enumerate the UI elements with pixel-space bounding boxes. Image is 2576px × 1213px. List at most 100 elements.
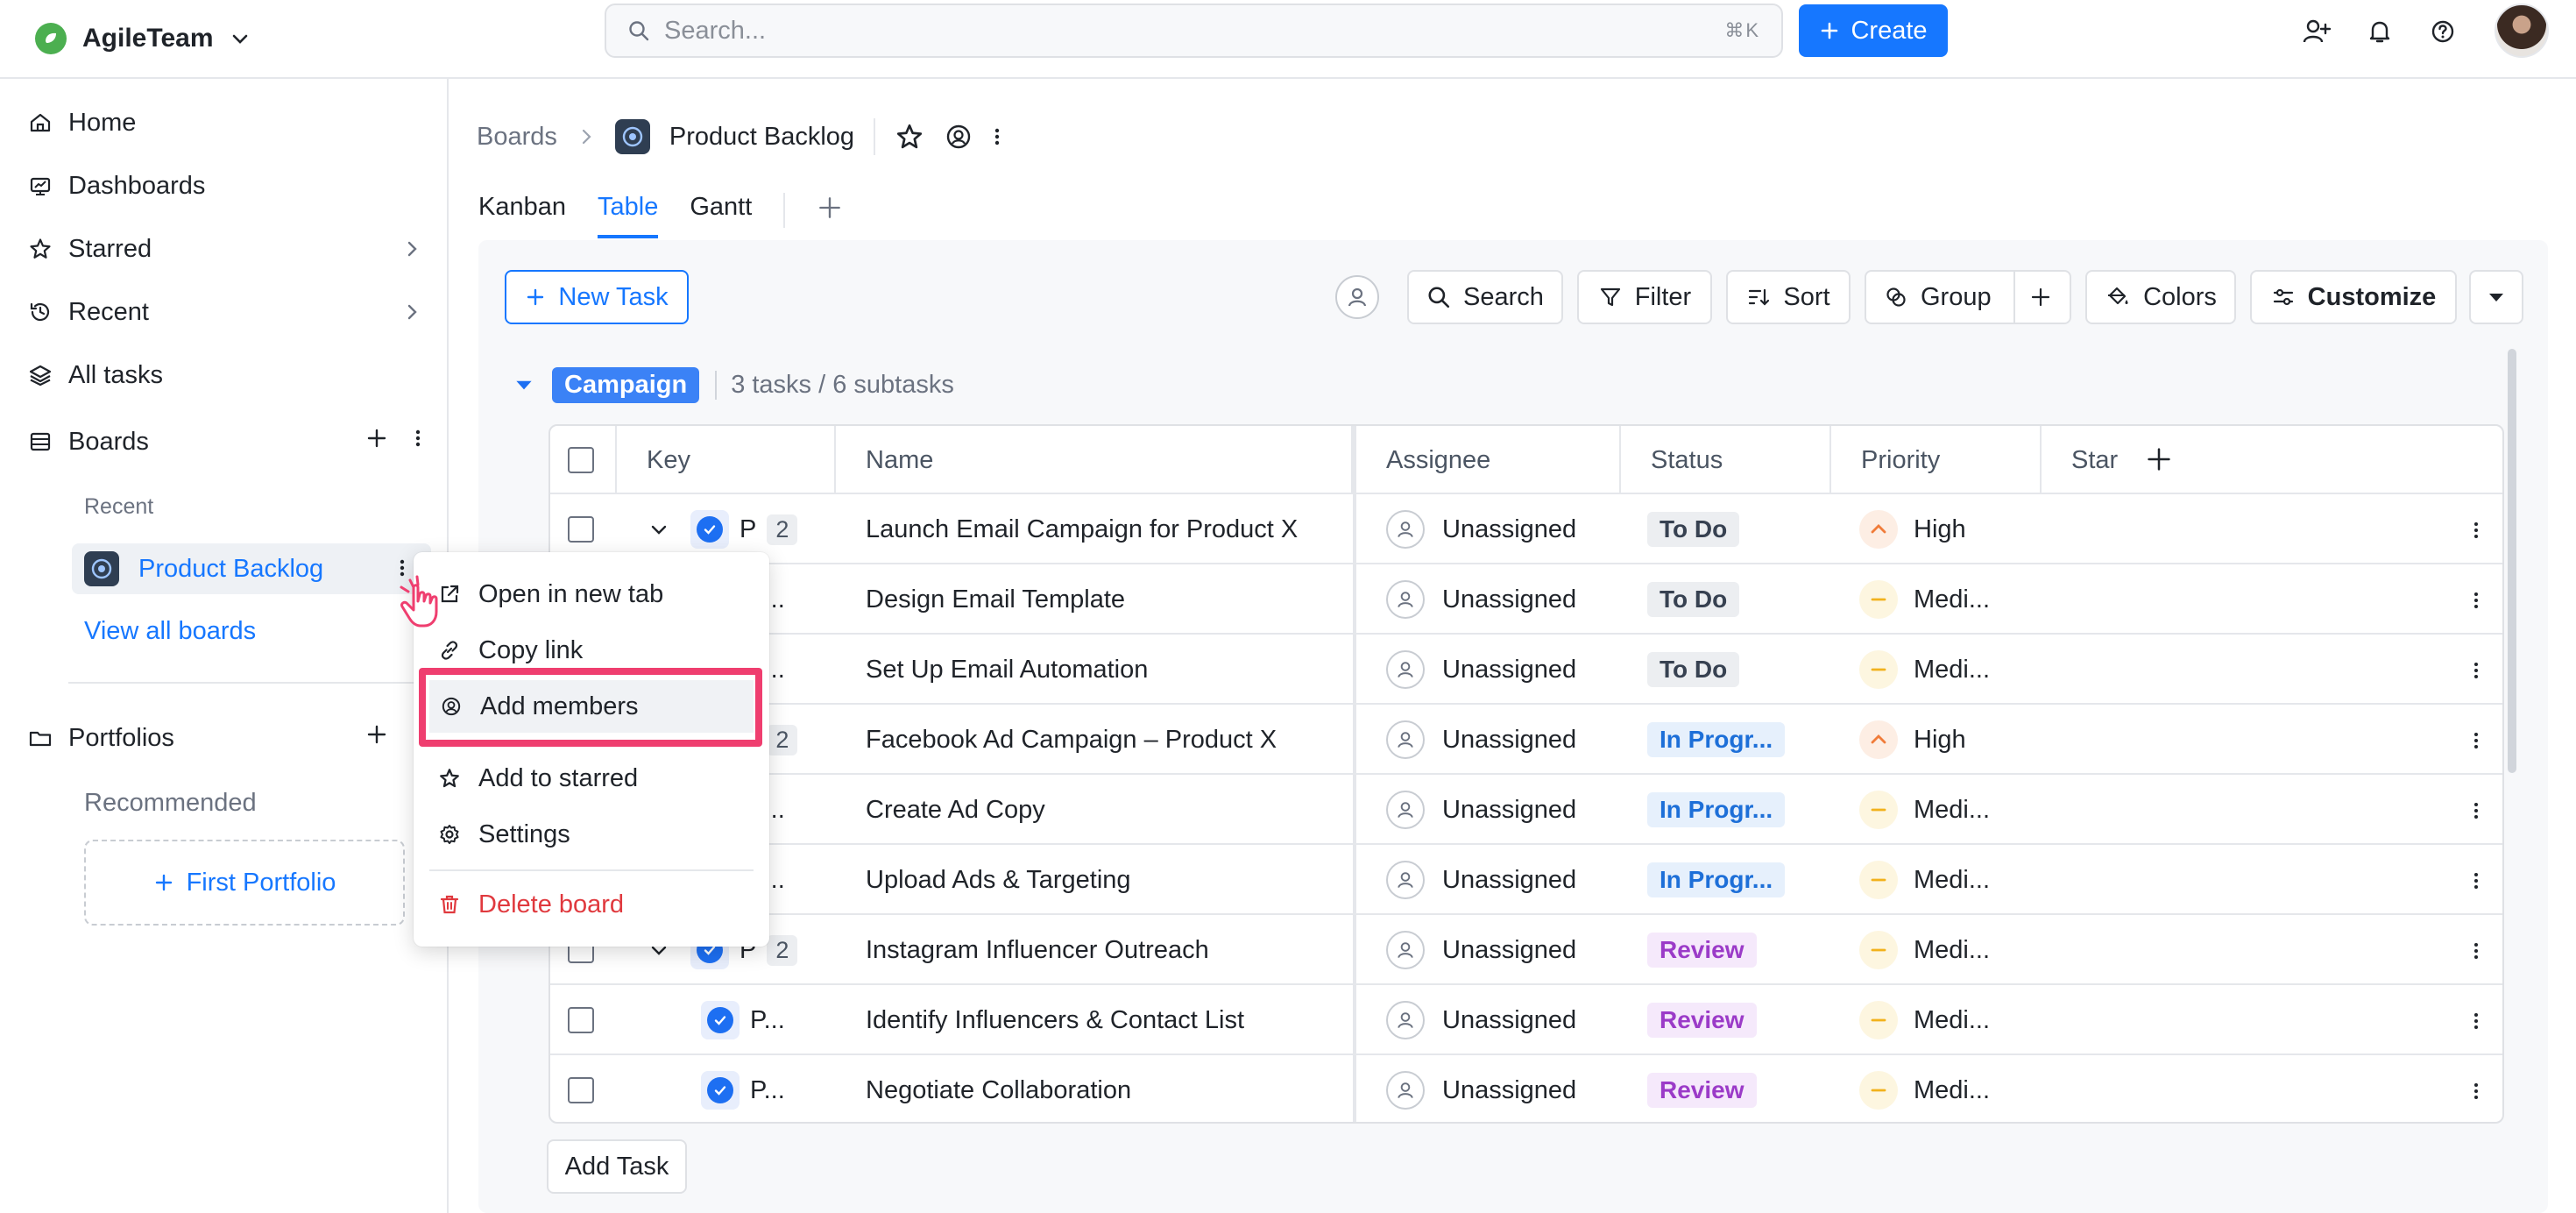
menu-item-add-to-starred[interactable]: Add to starred (414, 752, 769, 805)
status-cell[interactable]: Review (1647, 915, 1757, 985)
breadcrumb-root[interactable]: Boards (477, 123, 557, 152)
table-row[interactable]: P...Set Up Email AutomationUnassignedTo … (550, 635, 2502, 705)
add-group-plus-icon[interactable] (2029, 286, 2052, 309)
help-icon[interactable] (2424, 12, 2462, 51)
sidebar-section-portfolios[interactable]: Portfolios (28, 713, 422, 763)
assignee-cell[interactable]: Unassigned (1386, 845, 1576, 915)
invite-user-icon[interactable] (2297, 12, 2336, 51)
sort-button[interactable]: Sort (1726, 270, 1851, 324)
select-all-checkbox[interactable] (568, 447, 594, 473)
status-cell[interactable]: To Do (1647, 494, 1740, 564)
task-name[interactable]: Facebook Ad Campaign – Product X (866, 705, 1277, 775)
menu-item-settings[interactable]: Settings (414, 808, 769, 861)
row-key-cell[interactable]: P... (701, 1055, 785, 1122)
sidebar-item-home[interactable]: Home (28, 98, 422, 147)
priority-cell[interactable]: High (1859, 705, 1966, 775)
assignee-cell[interactable]: Unassigned (1386, 985, 1576, 1055)
priority-cell[interactable]: Medi... (1859, 845, 1990, 915)
row-key-cell[interactable]: P... (701, 985, 785, 1055)
assignee-cell[interactable]: Unassigned (1386, 1055, 1576, 1122)
column-header-status[interactable]: Status (1621, 426, 1831, 494)
collapse-caret-icon[interactable] (512, 372, 536, 397)
row-more-icon[interactable] (2473, 519, 2480, 542)
table-row[interactable]: P... Negotiate Collaboration Unassigned Rev… (550, 1055, 2502, 1122)
user-avatar[interactable] (2495, 4, 2549, 58)
table-row[interactable]: P...Design Email TemplateUnassignedTo Do… (550, 564, 2502, 635)
task-name[interactable]: Identify Influencers & Contact List (866, 985, 1244, 1055)
sidebar-item-all-tasks[interactable]: All tasks (28, 351, 422, 400)
workspace-switcher[interactable]: AgileTeam (35, 12, 251, 65)
menu-item-add-members[interactable]: Add members (429, 680, 754, 733)
task-name[interactable]: Set Up Email Automation (866, 635, 1148, 705)
colors-button[interactable]: Colors (2085, 270, 2236, 324)
row-more-icon[interactable] (2473, 1080, 2480, 1103)
priority-cell[interactable]: Medi... (1859, 635, 1990, 705)
status-cell[interactable]: To Do (1647, 635, 1740, 705)
task-name[interactable]: Instagram Influencer Outreach (866, 915, 1209, 985)
table-row[interactable]: P 2 Launch Email Campaign for Product X Una… (550, 494, 2502, 564)
group-tag[interactable]: Campaign (552, 366, 700, 403)
sidebar-item-dashboards[interactable]: Dashboards (28, 161, 422, 210)
sidebar-section-boards[interactable]: Boards (28, 417, 422, 466)
assignee-cell[interactable]: Unassigned (1386, 915, 1576, 985)
assignee-cell[interactable]: Unassigned (1386, 494, 1576, 564)
boards-more-icon[interactable] (414, 426, 422, 450)
status-cell[interactable]: To Do (1647, 564, 1740, 635)
column-header-start[interactable]: Star (2042, 426, 2129, 494)
add-board-plus-icon[interactable] (364, 426, 389, 450)
filter-button[interactable]: Filter (1577, 270, 1712, 324)
search-button[interactable]: Search (1407, 270, 1563, 324)
task-name[interactable]: Design Email Template (866, 564, 1125, 635)
table-row[interactable]: P 2 Instagram Influencer Outreach Unassigne… (550, 915, 2502, 985)
add-view-plus-icon[interactable] (817, 184, 843, 221)
table-row[interactable]: P2Facebook Ad Campaign – Product XUnassi… (550, 705, 2502, 775)
row-checkbox[interactable] (568, 1077, 594, 1103)
priority-cell[interactable]: Medi... (1859, 564, 1990, 635)
tab-table[interactable]: Table (598, 184, 659, 238)
priority-cell[interactable]: High (1859, 494, 1966, 564)
task-name[interactable]: Launch Email Campaign for Product X (866, 494, 1298, 564)
row-checkbox[interactable] (568, 516, 594, 543)
priority-cell[interactable]: Medi... (1859, 985, 1990, 1055)
priority-cell[interactable]: Medi... (1859, 915, 1990, 985)
assignee-cell[interactable]: Unassigned (1386, 564, 1576, 635)
row-checkbox[interactable] (568, 1007, 594, 1033)
tab-gantt[interactable]: Gantt (690, 184, 752, 238)
star-icon[interactable] (895, 122, 924, 152)
add-column-plus-icon[interactable] (2145, 445, 2173, 473)
priority-cell[interactable]: Medi... (1859, 1055, 1990, 1122)
sidebar-board-product-backlog[interactable]: Product Backlog (72, 543, 431, 594)
column-header-assignee[interactable]: Assignee (1356, 426, 1621, 494)
status-cell[interactable]: In Progr... (1647, 705, 1786, 775)
row-more-icon[interactable] (2473, 940, 2480, 962)
assignee-cell[interactable]: Unassigned (1386, 635, 1576, 705)
tab-kanban[interactable]: Kanban (478, 184, 566, 238)
column-header-priority[interactable]: Priority (1831, 426, 2042, 494)
task-name[interactable]: Upload Ads & Targeting (866, 845, 1131, 915)
add-task-button[interactable]: Add Task (547, 1139, 687, 1194)
new-task-button[interactable]: New Task (505, 270, 689, 324)
view-all-boards-link[interactable]: View all boards (84, 617, 256, 646)
members-icon[interactable] (944, 122, 973, 152)
row-more-icon[interactable] (2473, 589, 2480, 612)
group-button[interactable]: Group (1865, 270, 2071, 324)
vertical-scrollbar[interactable] (2508, 349, 2516, 773)
priority-cell[interactable]: Medi... (1859, 775, 1990, 845)
status-cell[interactable]: Review (1647, 1055, 1757, 1122)
table-row[interactable]: P... Identify Influencers & Contact List U… (550, 985, 2502, 1055)
sidebar-item-starred[interactable]: Starred (28, 224, 422, 273)
column-header-name[interactable]: Name (836, 426, 1353, 494)
menu-item-open-new-tab[interactable]: Open in new tab (414, 568, 769, 621)
row-more-icon[interactable] (2473, 799, 2480, 822)
sidebar-item-recent[interactable]: Recent (28, 287, 422, 337)
more-icon[interactable] (993, 124, 1001, 149)
status-cell[interactable]: Review (1647, 985, 1757, 1055)
task-name[interactable]: Negotiate Collaboration (866, 1055, 1131, 1122)
task-name[interactable]: Create Ad Copy (866, 775, 1045, 845)
add-portfolio-plus-icon[interactable] (364, 722, 389, 747)
toolbar-dropdown-button[interactable] (2469, 270, 2523, 324)
create-button[interactable]: Create (1799, 4, 1948, 57)
row-more-icon[interactable] (2473, 869, 2480, 892)
status-cell[interactable]: In Progr... (1647, 845, 1786, 915)
row-more-icon[interactable] (2473, 729, 2480, 752)
